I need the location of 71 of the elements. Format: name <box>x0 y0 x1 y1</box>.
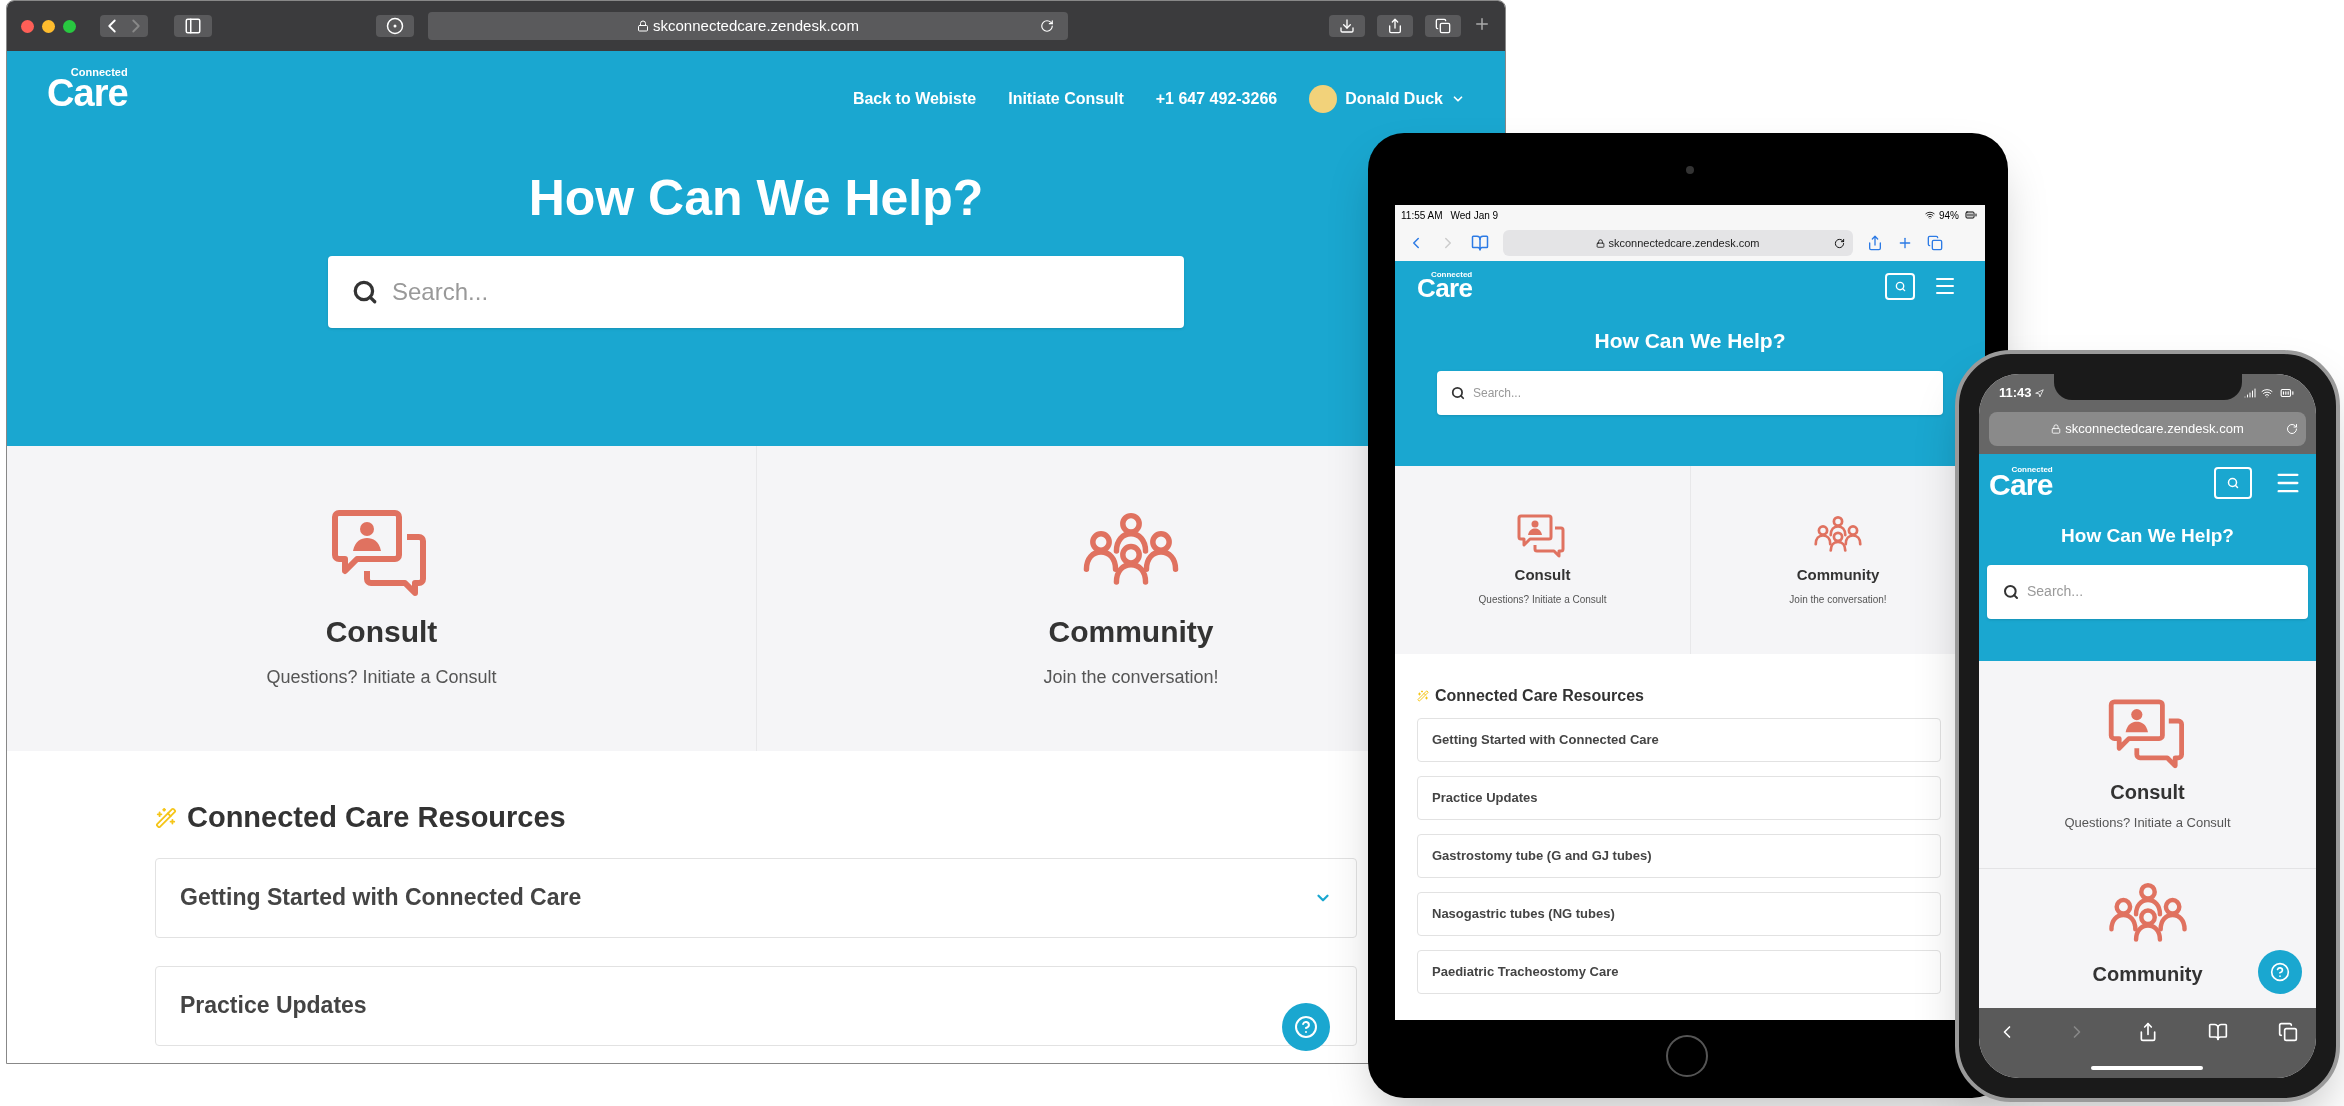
card-title[interactable]: Consult <box>325 608 438 654</box>
accordion-item[interactable]: Practice Updates <box>155 965 1357 1046</box>
accordion-item[interactable]: Nasogastric tubes (NG tubes) <box>1417 892 1941 936</box>
accordion-item[interactable]: Paediatric Tracheostomy Care <box>1417 950 1941 994</box>
sidebar-button[interactable] <box>174 15 212 37</box>
hero-title: How Can We Help? <box>1593 328 1787 354</box>
card-title[interactable]: Consult <box>1514 564 1571 587</box>
wifi-icon <box>2261 387 2273 399</box>
logo-tagline: Connected <box>70 67 128 78</box>
tabs-icon <box>1435 18 1451 34</box>
card-title[interactable]: Consult <box>2110 776 2185 807</box>
wifi-icon <box>1925 210 1935 220</box>
share-button[interactable] <box>1377 15 1413 37</box>
card-subtitle: Join the conversation! <box>1043 665 1219 689</box>
address-bar[interactable]: skconnectedcare.zendesk.com <box>1503 230 1853 256</box>
help-icon <box>2270 962 2290 982</box>
share-icon <box>1387 18 1403 34</box>
search-icon <box>2227 477 2239 489</box>
search-icon <box>1894 280 1906 292</box>
card-subtitle: Questions? Initiate a Consult <box>2064 813 2231 832</box>
search-button[interactable] <box>1885 272 1915 300</box>
card-subtitle: Join the conversation! <box>1789 592 1887 607</box>
new-tab-icon[interactable] <box>1897 235 1913 251</box>
chat-bubbles-icon <box>1517 513 1568 559</box>
extension-button[interactable] <box>376 15 414 37</box>
hero-title: How Can We Help? <box>528 169 984 228</box>
reload-icon[interactable] <box>1834 237 1845 249</box>
section-heading: Connected Care Resources <box>1435 686 1644 706</box>
wand-icon <box>1417 690 1429 702</box>
search-icon <box>1451 385 1465 400</box>
hero-title: How Can We Help? <box>2060 524 2235 548</box>
logo-tagline: Connected <box>2011 466 2053 474</box>
card-title[interactable]: Community <box>2092 959 2203 989</box>
location-icon <box>2034 388 2044 398</box>
download-icon <box>1339 18 1355 34</box>
sidebar-icon <box>184 17 202 35</box>
new-tab-icon[interactable] <box>1473 15 1491 33</box>
search-button[interactable] <box>2214 467 2252 499</box>
tabs-icon[interactable] <box>2278 1022 2298 1042</box>
logo-tagline: Connected <box>1430 271 1473 279</box>
accordion-item[interactable]: Getting Started with Connected Care <box>1417 718 1941 762</box>
battery-icon <box>1963 209 1979 221</box>
address-bar[interactable]: skconnectedcare.zendesk.com <box>428 12 1068 40</box>
status-bar: 11:55 AM Wed Jan 9 94% <box>1395 205 1985 225</box>
nav-arrows[interactable] <box>100 15 148 37</box>
tabs-icon[interactable] <box>1927 235 1943 251</box>
help-icon <box>1294 1015 1318 1039</box>
signal-icon <box>2244 387 2256 399</box>
wand-icon <box>155 806 177 829</box>
avatar <box>1309 85 1338 113</box>
lock-icon <box>637 20 649 32</box>
help-button[interactable] <box>2258 950 2302 994</box>
card-title[interactable]: Community <box>1796 564 1880 587</box>
card-subtitle: Questions? Initiate a Consult <box>266 665 497 689</box>
home-button[interactable] <box>1666 1035 1708 1077</box>
bookmarks-icon[interactable] <box>1471 234 1489 252</box>
lock-icon <box>1596 238 1606 248</box>
download-button[interactable] <box>1329 15 1365 37</box>
accordion-item[interactable]: Gastrostomy tube (G and GJ tubes) <box>1417 834 1941 878</box>
card-title[interactable]: Community <box>1048 608 1214 654</box>
tabs-button[interactable] <box>1425 15 1461 37</box>
lock-icon <box>2051 424 2062 434</box>
search-icon <box>352 279 378 305</box>
accordion-item[interactable]: Getting Started with Connected Care <box>155 857 1357 938</box>
battery-icon <box>2278 386 2296 400</box>
search-icon <box>2003 583 2019 600</box>
section-heading: Connected Care Resources <box>187 800 566 835</box>
share-icon[interactable] <box>1867 235 1883 251</box>
card-subtitle: Questions? Initiate a Consult <box>1478 592 1607 607</box>
circle-icon <box>386 17 404 35</box>
accordion-item[interactable]: Practice Updates <box>1417 776 1941 820</box>
